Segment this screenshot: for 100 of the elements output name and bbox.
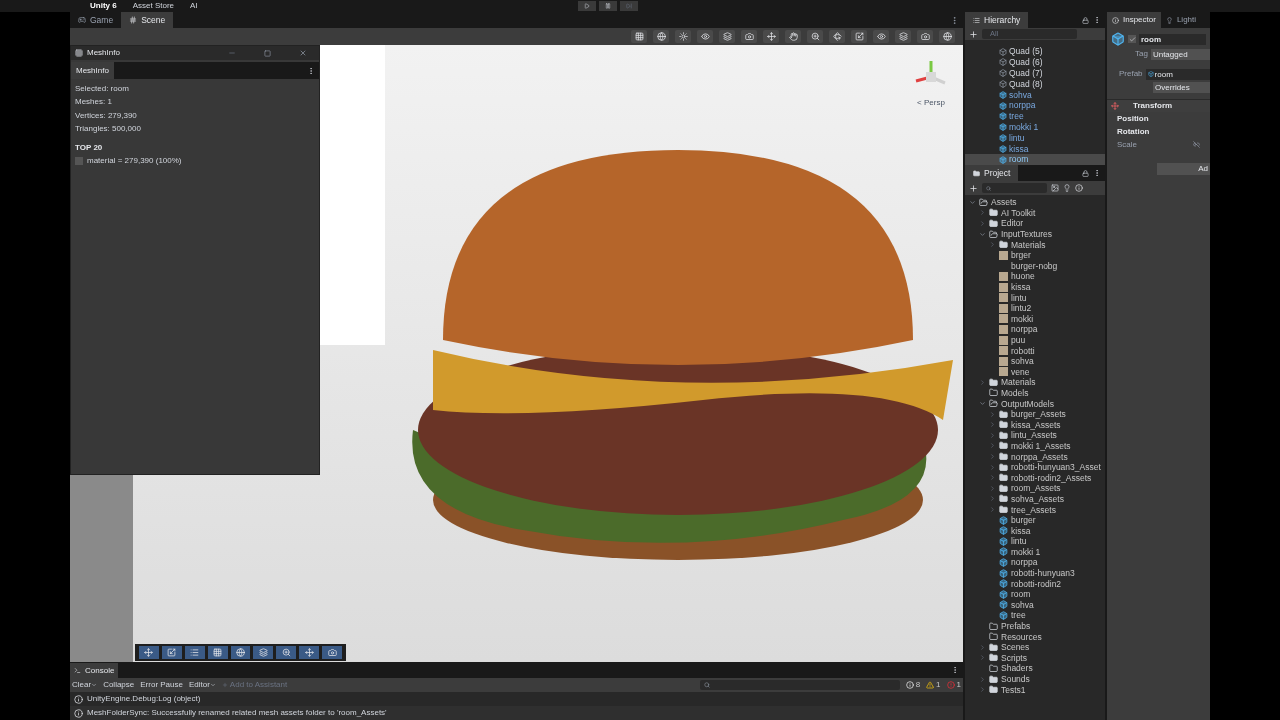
toolbar-button[interactable] [873, 30, 889, 43]
window-tab[interactable]: MeshInfo [71, 62, 114, 79]
info-icon[interactable] [1075, 184, 1083, 192]
tree-item[interactable]: AI Toolkit [1001, 207, 1036, 218]
count-badge[interactable]: 1 [926, 681, 941, 689]
overrides-dropdown[interactable]: Overrides [1153, 82, 1210, 93]
tree-item[interactable]: Scenes [1001, 642, 1030, 653]
console-toolbar-button[interactable]: Error Pause [140, 681, 183, 689]
tree-item[interactable]: sohva [1011, 356, 1034, 367]
project-tab[interactable]: Project [965, 165, 1019, 181]
log-message[interactable]: MeshFolderSync: Successfully renamed related mesh assets folder to 'room_Assets' [87, 709, 387, 717]
tree-item[interactable]: Models [1001, 388, 1029, 398]
tree-item[interactable]: robotti-hunyuan3_Asset [1011, 462, 1101, 473]
more-icon[interactable] [1093, 169, 1101, 177]
active-checkbox[interactable] [1128, 35, 1136, 43]
tree-item[interactable]: Shaders [1001, 663, 1033, 674]
count-badge[interactable]: 8 [905, 681, 921, 689]
name-field[interactable]: room [1139, 33, 1206, 45]
toolbar-button[interactable] [829, 30, 845, 43]
hierarchy-row[interactable]: room [965, 154, 1105, 165]
more-icon[interactable] [307, 67, 315, 75]
tree-item[interactable]: lintu [1011, 536, 1027, 547]
tree-item[interactable]: lintu2 [1011, 303, 1032, 314]
projection-label[interactable]: < Persp [917, 97, 945, 109]
hierarchy-row[interactable]: kissa [965, 143, 1105, 155]
inspector-tab[interactable]: Inspector [1107, 12, 1161, 28]
toolbar-button[interactable] [653, 30, 669, 43]
tree-item[interactable]: mokki [1011, 313, 1034, 324]
toolbar-button[interactable] [631, 30, 647, 43]
tree-item[interactable]: norppa [1011, 324, 1038, 335]
hierarchy-row[interactable]: lintu [965, 132, 1105, 144]
tool-button[interactable] [299, 646, 320, 659]
toolbar-button[interactable] [719, 30, 735, 43]
tree-item[interactable]: robotti-rodin2_Assets [1011, 472, 1092, 483]
more-icon[interactable] [950, 16, 959, 25]
tree-item[interactable]: kissa [1011, 282, 1031, 293]
inspector-tab[interactable]: Lighti [1160, 12, 1202, 28]
close-icon[interactable] [299, 49, 307, 57]
hierarchy-row[interactable]: norppa [965, 100, 1105, 111]
console-search-field[interactable] [699, 680, 900, 690]
tool-button[interactable] [161, 646, 182, 659]
tag-dropdown[interactable]: Untagged [1150, 48, 1210, 60]
toolbar-button[interactable] [917, 30, 933, 43]
toolbar-button[interactable] [807, 30, 823, 43]
editor-tab[interactable]: Scene [121, 12, 174, 28]
tree-item[interactable]: lintu_Assets [1011, 430, 1057, 441]
hierarchy-row[interactable]: Quad (5) [965, 46, 1105, 58]
toolbar-button[interactable] [939, 30, 955, 43]
tree-item[interactable]: mokki 1 [1011, 546, 1041, 557]
tool-button[interactable] [207, 646, 228, 659]
tree-item[interactable]: burger_Assets [1011, 409, 1066, 420]
log-message[interactable]: UnityEngine.Debug:Log (object) [87, 695, 201, 703]
tree-item[interactable]: burger-nobg [1011, 260, 1058, 271]
tree-item[interactable]: Scripts [1001, 652, 1027, 663]
tree-item[interactable]: burger [1011, 515, 1036, 526]
tree-item[interactable]: vene [1011, 366, 1030, 377]
hierarchy-row[interactable]: Quad (8) [965, 78, 1105, 90]
lock-icon[interactable] [1082, 17, 1089, 24]
toolbar-button[interactable] [697, 30, 713, 43]
tree-item[interactable]: sohva [1011, 599, 1034, 610]
hierarchy-row[interactable]: sohva [965, 89, 1105, 101]
hierarchy-tab[interactable]: Hierarchy [965, 12, 1029, 28]
tree-item[interactable]: room_Assets [1011, 483, 1061, 494]
hierarchy-row[interactable]: Quad (7) [965, 67, 1105, 79]
tree-item[interactable]: Materials [1001, 377, 1036, 388]
tree-item[interactable]: lintu [1011, 292, 1027, 303]
project-search-field[interactable] [982, 183, 1047, 193]
tree-item[interactable]: Prefabs [1001, 621, 1031, 632]
tree-item[interactable]: Materials [1011, 239, 1046, 250]
tree-item[interactable]: norppa_Assets [1011, 451, 1068, 462]
add-icon[interactable] [969, 183, 978, 193]
hierarchy-row[interactable]: tree [965, 111, 1105, 122]
toolbar-button[interactable] [741, 30, 757, 43]
tree-item[interactable]: InputTextures [1001, 229, 1053, 240]
tree-item[interactable]: OutputModels [1001, 398, 1054, 409]
count-badge[interactable]: 1 [946, 681, 961, 689]
tree-item[interactable]: Editor [1001, 218, 1024, 229]
tree-item[interactable]: Assets [991, 197, 1017, 208]
console-toolbar-button[interactable]: Editor [188, 681, 216, 689]
hierarchy-row[interactable]: Quad (6) [965, 57, 1105, 68]
tree-item[interactable]: robotti-hunyuan3 [1011, 568, 1075, 579]
toolbar-button[interactable] [763, 30, 779, 43]
console-tab[interactable]: Console [70, 663, 119, 678]
hierarchy-row[interactable]: mokki 1 [965, 121, 1105, 133]
tree-item[interactable]: Tests1 [1001, 684, 1026, 695]
editor-tab[interactable]: Game [70, 12, 122, 28]
lock-icon[interactable] [1082, 170, 1089, 177]
toolbar-button[interactable] [675, 30, 691, 43]
tree-item[interactable]: kissa_Assets [1011, 419, 1061, 430]
menu-button[interactable]: AI [190, 2, 198, 10]
tree-item[interactable]: puu [1011, 335, 1026, 345]
tree-item[interactable]: mokki 1_Assets [1011, 440, 1071, 451]
tree-item[interactable]: norppa [1011, 557, 1038, 568]
pause-button[interactable] [598, 1, 617, 11]
tree-item[interactable]: brger [1011, 250, 1031, 261]
add-icon[interactable] [969, 29, 978, 39]
menu-button[interactable]: Asset Store [132, 2, 175, 10]
tool-button[interactable] [184, 646, 205, 659]
tree-item[interactable]: tree [1011, 610, 1026, 621]
tree-item[interactable]: room [1011, 589, 1031, 600]
